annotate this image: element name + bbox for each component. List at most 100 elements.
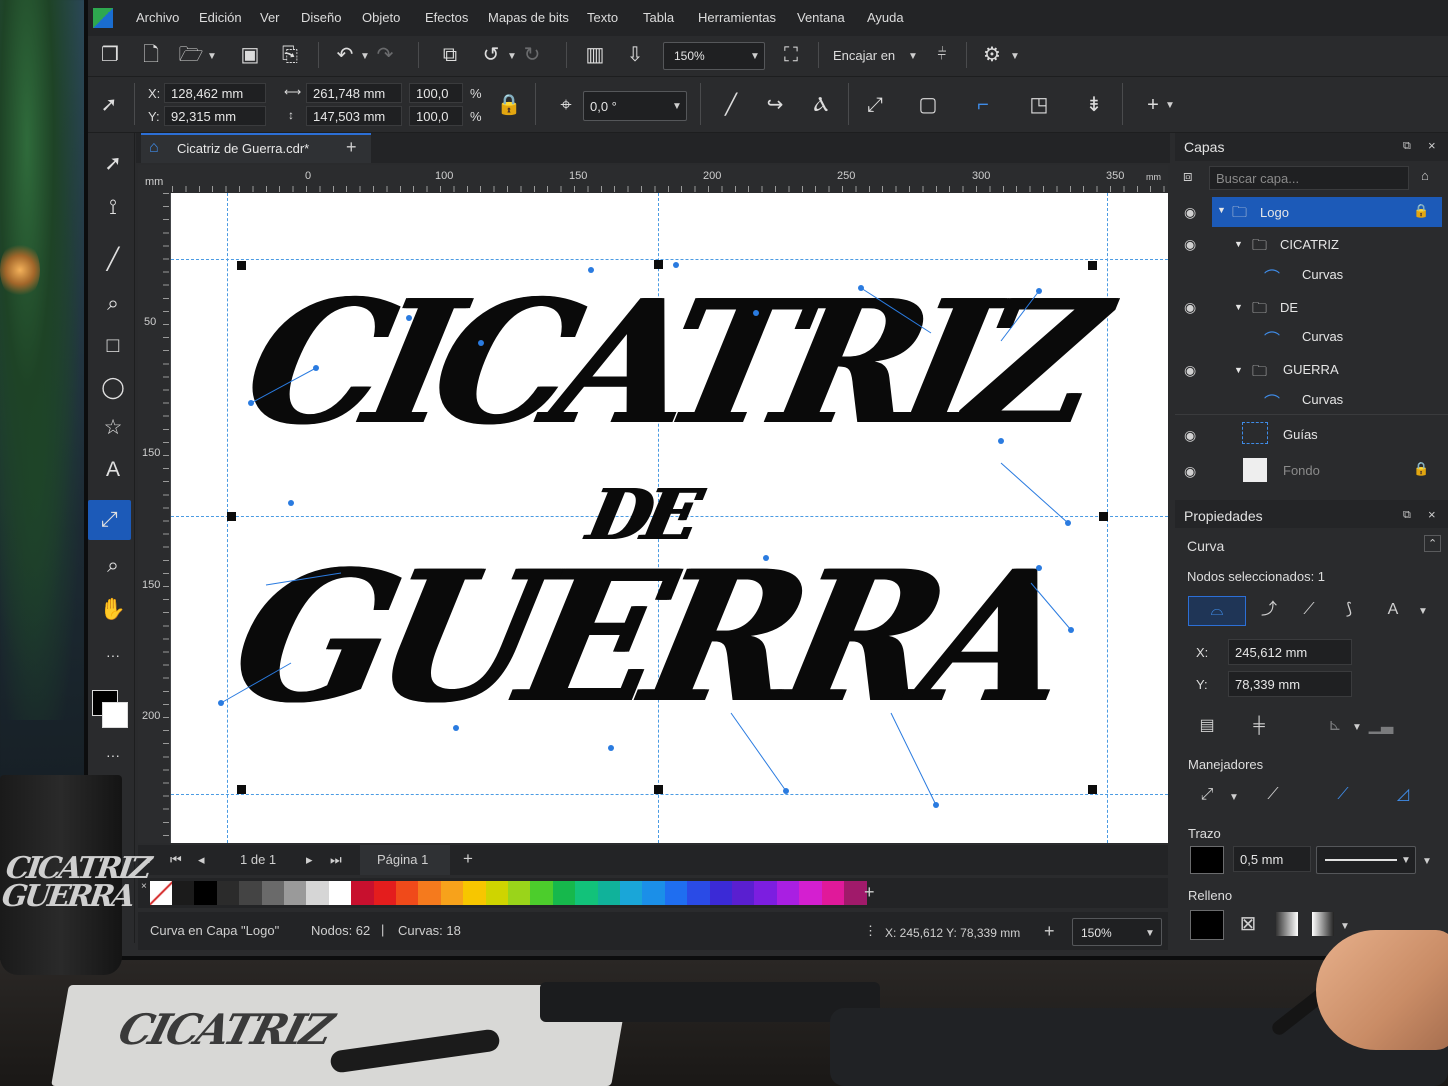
snap-to-label[interactable]: Encajar en	[833, 48, 895, 63]
previous-page-icon[interactable]: ◂	[198, 852, 205, 868]
align-horizontal-icon[interactable]: ▤	[1192, 712, 1222, 740]
new-document-icon[interactable]: ❐	[97, 42, 123, 68]
gradient-fill-icon[interactable]	[1276, 912, 1298, 936]
first-page-icon[interactable]: ⏮	[170, 852, 182, 868]
last-page-icon[interactable]: ⏭	[330, 852, 342, 868]
extend-curve-icon[interactable]: ⤢	[862, 92, 888, 118]
handle-angle-icon[interactable]: ◿	[1388, 781, 1418, 809]
handle-mode-icon[interactable]: ⤢	[1192, 781, 1222, 809]
palette-swatch[interactable]	[485, 881, 509, 905]
open-folder-icon[interactable]: 🗁	[178, 42, 204, 68]
height-input[interactable]: 147,503 mm	[306, 106, 402, 126]
reverse-direction-icon[interactable]: ◳	[1026, 92, 1052, 118]
add-page-button[interactable]: +	[463, 849, 473, 869]
palette-swatch[interactable]	[687, 881, 711, 905]
palette-swatch[interactable]	[396, 881, 419, 905]
dock-icon[interactable]: ⧉	[1403, 140, 1411, 153]
stroke-style-dropdown[interactable]: ▼	[1316, 846, 1416, 874]
palette-swatch[interactable]	[552, 881, 576, 905]
snap-options-icon[interactable]: ⫩	[929, 42, 955, 68]
handle-line-active-icon[interactable]: ⟋	[1328, 781, 1358, 809]
eye-icon[interactable]: ◉	[1184, 236, 1196, 253]
palette-swatch[interactable]	[776, 881, 800, 905]
palette-swatch[interactable]	[732, 881, 755, 905]
status-zoom-dropdown[interactable]: 150% ▼	[1072, 918, 1162, 946]
layer-name-guerra[interactable]: GUERRA	[1283, 362, 1339, 377]
palette-swatch[interactable]	[261, 881, 285, 905]
expand-icon[interactable]: ▼	[1217, 205, 1226, 215]
export-icon[interactable]: ⎘	[277, 42, 303, 68]
no-color-swatch[interactable]	[150, 881, 173, 905]
palette-swatch[interactable]	[440, 881, 464, 905]
palette-swatch[interactable]	[709, 881, 733, 905]
selection-handle-bottom-right[interactable]	[1088, 785, 1097, 794]
node-type-more-icon[interactable]: A	[1378, 596, 1408, 624]
distribute-icon[interactable]: ⊾	[1320, 712, 1350, 740]
zoom-tool-icon[interactable]: ⌕	[98, 289, 128, 319]
polygon-tool-icon[interactable]: ☆	[98, 413, 128, 443]
outline-color-swatch[interactable]	[102, 702, 128, 728]
line-segment-icon[interactable]: ╱	[718, 92, 744, 118]
width-input[interactable]: 261,748 mm	[306, 83, 402, 103]
status-add-icon[interactable]: +	[1044, 921, 1055, 942]
eye-icon[interactable]: ◉	[1184, 463, 1196, 480]
new-from-template-icon[interactable]: 🗋	[138, 42, 164, 68]
menu-objeto[interactable]: Objeto	[362, 10, 400, 25]
palette-swatch[interactable]	[754, 881, 778, 905]
rotate-dropdown-icon[interactable]: ▼	[507, 51, 517, 62]
status-more-icon[interactable]: ⋮	[864, 923, 877, 939]
drawing-canvas[interactable]: CICATRIZ DE GUERRA	[171, 193, 1168, 843]
palette-swatch[interactable]	[306, 881, 330, 905]
layer-name-cicatriz[interactable]: CICATRIZ	[1280, 237, 1339, 252]
palette-swatch[interactable]	[620, 881, 643, 905]
align-nodes-icon[interactable]: ⌐	[970, 92, 996, 118]
pick-tool-icon[interactable]: ➚	[96, 92, 122, 118]
menu-herramientas[interactable]: Herramientas	[698, 10, 776, 25]
menu-texto[interactable]: Texto	[587, 10, 618, 25]
palette-swatch[interactable]	[418, 881, 442, 905]
full-screen-preview-icon[interactable]: ▥	[582, 42, 608, 68]
selection-handle-top-right[interactable]	[1088, 261, 1097, 270]
selection-handle-top-center[interactable]	[654, 260, 663, 269]
chart-icon[interactable]: ▁▃	[1366, 712, 1396, 740]
next-page-icon[interactable]: ▸	[306, 852, 313, 868]
zoom-level-dropdown[interactable]: 150% ▼	[663, 42, 765, 70]
eye-icon[interactable]: ◉	[1184, 427, 1196, 444]
palette-swatch[interactable]	[373, 881, 397, 905]
palette-swatch[interactable]	[508, 881, 531, 905]
distribute-dropdown-icon[interactable]: ▼	[1352, 722, 1362, 733]
palette-swatch[interactable]	[664, 881, 688, 905]
expand-icon[interactable]: ▼	[1234, 239, 1243, 249]
selection-handle-bottom-left[interactable]	[237, 785, 246, 794]
ellipse-tool-icon[interactable]: ◯	[98, 373, 128, 403]
save-icon[interactable]: ▣	[237, 42, 263, 68]
menu-ayuda[interactable]: Ayuda	[867, 10, 904, 25]
align-center-icon[interactable]: ╪	[1244, 712, 1274, 740]
selection-handle-middle-right[interactable]	[1099, 512, 1108, 521]
pan-tool-icon[interactable]: ✋	[98, 595, 128, 625]
palette-swatch[interactable]	[821, 881, 845, 905]
lock-icon[interactable]: 🔒	[1413, 461, 1429, 477]
layer-manager-icon[interactable]: ⧈	[1183, 168, 1193, 185]
palette-swatch[interactable]	[597, 881, 621, 905]
document-tab[interactable]: ⌂ Cicatriz de Guerra.cdr*	[141, 133, 371, 163]
layer-name-de[interactable]: DE	[1280, 300, 1298, 315]
selection-handle-middle-left[interactable]	[227, 512, 236, 521]
node-alignment-icon[interactable]: ⇟	[1081, 92, 1107, 118]
palette-swatch[interactable]	[642, 881, 666, 905]
new-tab-button[interactable]: +	[346, 137, 357, 158]
stroke-more-icon[interactable]: ▼	[1422, 856, 1432, 867]
close-icon[interactable]: ×	[1428, 507, 1436, 522]
selection-handle-top-left[interactable]	[237, 261, 246, 270]
stroke-color-swatch[interactable]	[1190, 846, 1224, 874]
zoom-tool-2-icon[interactable]: ⌕	[98, 551, 128, 581]
add-icon[interactable]: +	[1140, 92, 1166, 118]
node-type-cusp-icon[interactable]: ⌓	[1188, 596, 1246, 626]
undo-dropdown-icon[interactable]: ▼	[360, 51, 370, 62]
layer-name-guias[interactable]: Guías	[1283, 427, 1318, 442]
node-type-dropdown-icon[interactable]: ▼	[1418, 606, 1428, 617]
text-tool-icon[interactable]: A	[98, 455, 128, 485]
menu-ventana[interactable]: Ventana	[797, 10, 845, 25]
bezier-tool-icon[interactable]: ⤢	[88, 500, 131, 540]
palette-swatch[interactable]	[239, 881, 263, 905]
